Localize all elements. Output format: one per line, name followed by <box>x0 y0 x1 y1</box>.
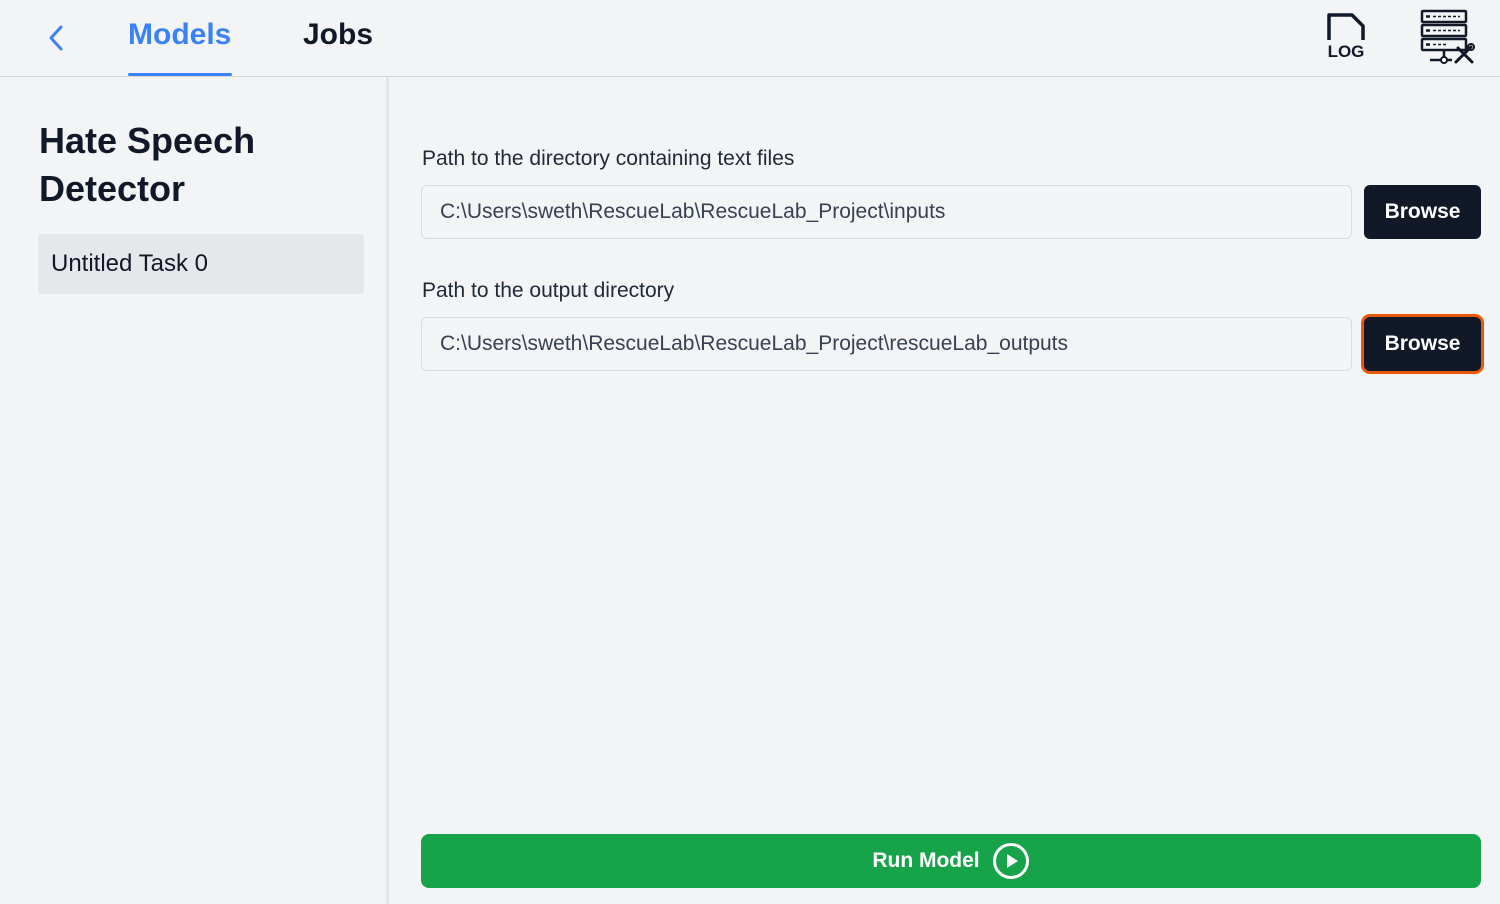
server-settings-icon <box>1420 9 1475 64</box>
output-browse-button[interactable]: Browse <box>1364 317 1481 371</box>
input-dir-field[interactable] <box>421 185 1352 239</box>
log-button[interactable]: LOG <box>1322 10 1370 64</box>
output-dir-field[interactable] <box>421 317 1352 371</box>
tab-models[interactable]: Models <box>128 18 232 76</box>
task-item[interactable]: Untitled Task 0 <box>38 234 364 294</box>
back-button[interactable] <box>40 20 74 56</box>
run-model-label: Run Model <box>872 849 980 872</box>
input-dir-label: Path to the directory containing text fi… <box>422 147 795 170</box>
input-browse-button[interactable]: Browse <box>1364 185 1481 239</box>
log-icon-text: LOG <box>1328 42 1365 61</box>
server-settings-button[interactable] <box>1416 8 1478 68</box>
tab-jobs[interactable]: Jobs <box>303 18 373 76</box>
model-title: Hate Speech Detector <box>39 120 256 209</box>
output-dir-label: Path to the output directory <box>422 279 675 302</box>
chevron-left-icon <box>49 25 63 51</box>
run-model-button[interactable]: Run Model <box>421 834 1481 888</box>
play-circle-icon <box>992 843 1029 879</box>
sidebar: Hate Speech Detector Untitled Task 0 <box>0 77 389 904</box>
top-navigation-bar: Models Jobs LOG <box>0 0 1500 77</box>
log-file-icon: LOG <box>1327 13 1365 61</box>
